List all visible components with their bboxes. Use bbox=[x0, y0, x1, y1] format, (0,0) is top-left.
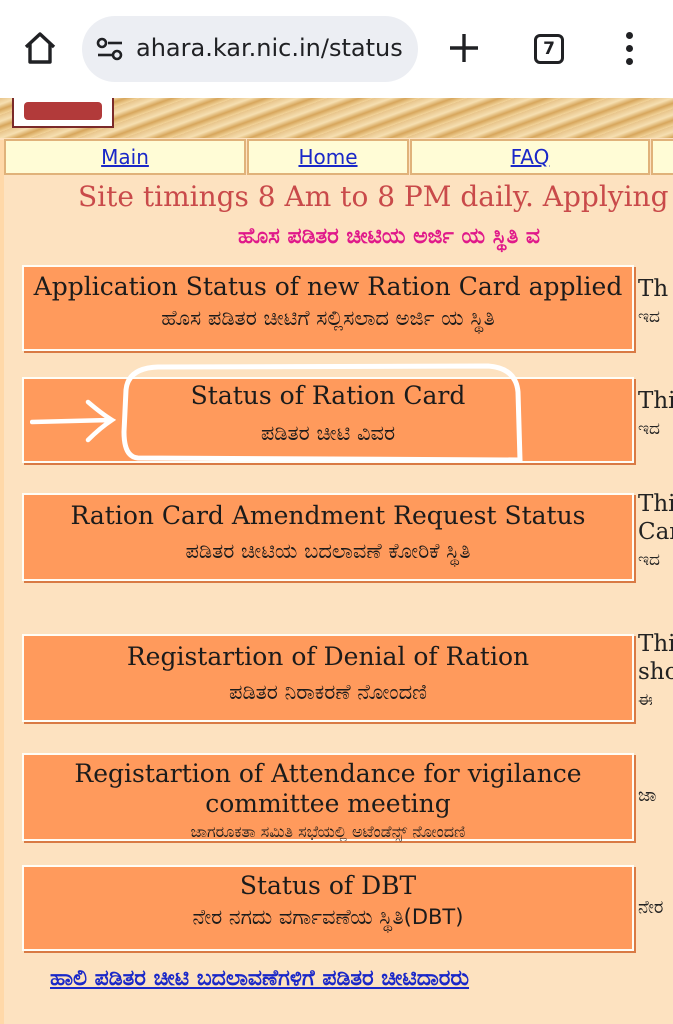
row-title: Status of DBT bbox=[239, 871, 417, 900]
ration-card-changes-link[interactable]: ಹಾಲಿ ಪಡಿತರ ಚೀಟಿ ಬದಲಾವಣೆಗಳಿಗೆ ಪಡಿತರ ಚೀಟಿದ… bbox=[50, 966, 469, 991]
nav-home[interactable]: Home bbox=[247, 139, 409, 175]
kannada-heading: ಹೊಸ ಪಡಿತರ ಚೀಟಿಯ ಅರ್ಜಿ ಯ ಸ್ಥಿತಿ ವ bbox=[238, 224, 541, 249]
row-subtitle: ಜಾಗರೂಕತಾ ಸಮಿತಿ ಸಭೆಯಲ್ಲಿ ಅಟೆಂಡೆನ್ಸ್ ನೋಂದಣ… bbox=[190, 822, 466, 841]
page-border bbox=[0, 140, 4, 1024]
nav-faq-link[interactable]: FAQ bbox=[511, 145, 550, 169]
denial-of-ration-registration-button[interactable]: Registartion of Denial of Ration ಪಡಿತರ ನ… bbox=[22, 634, 634, 722]
row-description: Th ಇದ bbox=[638, 276, 669, 327]
department-logo bbox=[12, 98, 114, 128]
row-subtitle: ಪಡಿತರ ನಿರಾಕರಣೆ ನೋಂದಣಿ bbox=[228, 680, 428, 704]
row-title: Application Status of new Ration Card ap… bbox=[33, 272, 623, 301]
nav-main[interactable]: Main bbox=[4, 139, 246, 175]
row-title: Ration Card Amendment Request Status bbox=[70, 501, 586, 530]
row-description: ನೇರ bbox=[638, 897, 664, 918]
row-description: Thi ಇದ bbox=[638, 388, 673, 439]
site-timings-notice: Site timings 8 Am to 8 PM daily. Applyin… bbox=[78, 180, 673, 213]
more-options-icon[interactable] bbox=[618, 30, 642, 68]
url-text[interactable]: ahara.kar.nic.in/status bbox=[136, 34, 403, 62]
address-bar[interactable]: ahara.kar.nic.in/status bbox=[82, 16, 418, 82]
new-tab-icon[interactable] bbox=[446, 30, 482, 66]
row-title: Registartion of Denial of Ration bbox=[126, 642, 530, 671]
new-ration-card-status-button[interactable]: Application Status of new Ration Card ap… bbox=[22, 265, 634, 351]
row-title-line2: committee meeting bbox=[205, 789, 451, 818]
vigilance-attendance-registration-button[interactable]: Registartion of Attendance for vigilance… bbox=[22, 753, 634, 841]
nav-main-link[interactable]: Main bbox=[101, 145, 149, 169]
row-description: Thi sho ಈ bbox=[638, 631, 673, 710]
row-title: Registartion of Attendance for vigilance bbox=[74, 759, 582, 788]
row-subtitle: ಪಡಿತರ ಚೀಟಿಯ ಬದಲಾವಣೆ ಕೋರಿಕೆ ಸ್ಥಿತಿ bbox=[185, 539, 471, 563]
row-description: ಜಾ bbox=[638, 785, 657, 806]
home-icon[interactable] bbox=[20, 28, 60, 68]
row-subtitle: ಹೊಸ ಪಡಿತರ ಚೀಟಿಗೆ ಸಲ್ಲಿಸಲಾದ ಅರ್ಜಿ ಯ ಸ್ಥಿತ… bbox=[161, 306, 495, 330]
arrow-annotation-icon bbox=[30, 399, 116, 443]
row-description: ThiCarಇದ bbox=[638, 491, 673, 570]
row-subtitle: ನೇರ ನಗದು ವರ್ಗಾವಣೆಯ ಸ್ಥಿತಿ(DBT) bbox=[192, 905, 464, 929]
amendment-request-status-button[interactable]: Ration Card Amendment Request Status ಪಡಿ… bbox=[22, 493, 634, 581]
site-banner bbox=[0, 98, 673, 138]
browser-toolbar: ahara.kar.nic.in/status 7 bbox=[0, 0, 673, 98]
dbt-status-button[interactable]: Status of DBT ನೇರ ನಗದು ವರ್ಗಾವಣೆಯ ಸ್ಥಿತಿ(… bbox=[22, 865, 634, 951]
nav-home-link[interactable]: Home bbox=[298, 145, 357, 169]
site-settings-icon[interactable] bbox=[96, 36, 124, 62]
tab-switcher-button[interactable]: 7 bbox=[534, 34, 564, 64]
nav-more bbox=[651, 139, 673, 175]
highlight-circle-annotation bbox=[121, 363, 523, 463]
nav-faq[interactable]: FAQ bbox=[410, 139, 650, 175]
top-nav: Main Home FAQ bbox=[0, 139, 673, 177]
